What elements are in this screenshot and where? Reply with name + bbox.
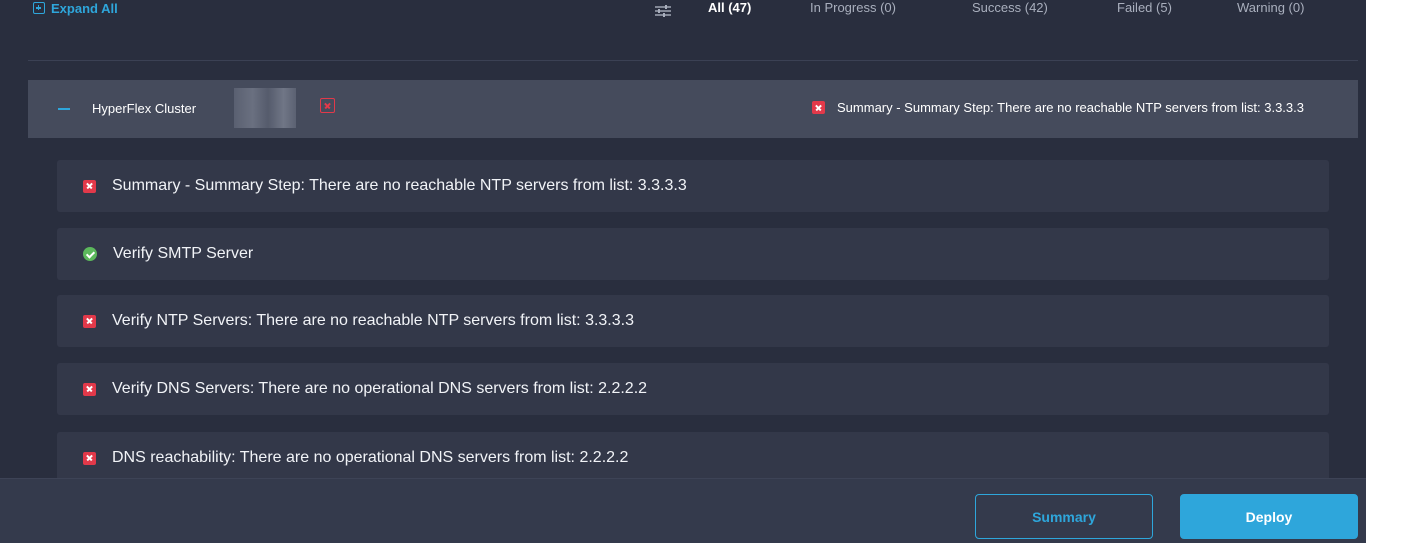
divider bbox=[28, 60, 1358, 61]
filter-bar: Expand All All (47) In Progress (0) Succ… bbox=[0, 0, 1366, 58]
cluster-status: Summary - Summary Step: There are no rea… bbox=[812, 100, 1304, 115]
success-check-icon bbox=[83, 247, 97, 261]
cluster-failed-icon bbox=[320, 98, 335, 113]
step-text: Verify SMTP Server bbox=[113, 245, 254, 262]
step-row[interactable]: Verify NTP Servers: There are no reachab… bbox=[57, 295, 1329, 347]
workflow-results-panel: Expand All All (47) In Progress (0) Succ… bbox=[0, 0, 1366, 543]
tab-all[interactable]: All (47) bbox=[708, 0, 751, 20]
error-icon bbox=[812, 101, 826, 114]
error-icon bbox=[83, 382, 96, 396]
step-text: Verify DNS Servers: There are no operati… bbox=[112, 380, 648, 397]
error-icon bbox=[83, 451, 96, 465]
step-row[interactable]: DNS reachability: There are no operation… bbox=[57, 432, 1329, 484]
cluster-title: HyperFlex Cluster bbox=[92, 101, 197, 116]
redacted-cluster-name bbox=[234, 88, 296, 128]
step-text: Verify NTP Servers: There are no reachab… bbox=[112, 312, 634, 329]
step-row[interactable]: Verify SMTP Server bbox=[57, 228, 1329, 280]
step-text: Summary - Summary Step: There are no rea… bbox=[112, 177, 687, 194]
step-row[interactable]: Summary - Summary Step: There are no rea… bbox=[57, 160, 1329, 212]
collapse-icon[interactable] bbox=[58, 108, 70, 110]
error-icon bbox=[83, 314, 96, 328]
tab-in-progress[interactable]: In Progress (0) bbox=[810, 0, 896, 20]
summary-button[interactable]: Summary bbox=[975, 494, 1153, 539]
filter-tabs: All (47) In Progress (0) Success (42) Fa… bbox=[0, 0, 1366, 20]
footer-bar: Summary Deploy bbox=[0, 478, 1366, 543]
step-row[interactable]: Verify DNS Servers: There are no operati… bbox=[57, 363, 1329, 415]
cluster-header[interactable]: HyperFlex Cluster Summary - Summary Step… bbox=[28, 80, 1358, 138]
cluster-status-text: Summary - Summary Step: There are no rea… bbox=[837, 100, 1304, 115]
tab-success[interactable]: Success (42) bbox=[972, 0, 1048, 20]
tab-warning[interactable]: Warning (0) bbox=[1237, 0, 1304, 20]
step-text: DNS reachability: There are no operation… bbox=[112, 449, 629, 466]
error-icon bbox=[83, 179, 96, 193]
tab-failed[interactable]: Failed (5) bbox=[1117, 0, 1172, 20]
deploy-button[interactable]: Deploy bbox=[1180, 494, 1358, 539]
